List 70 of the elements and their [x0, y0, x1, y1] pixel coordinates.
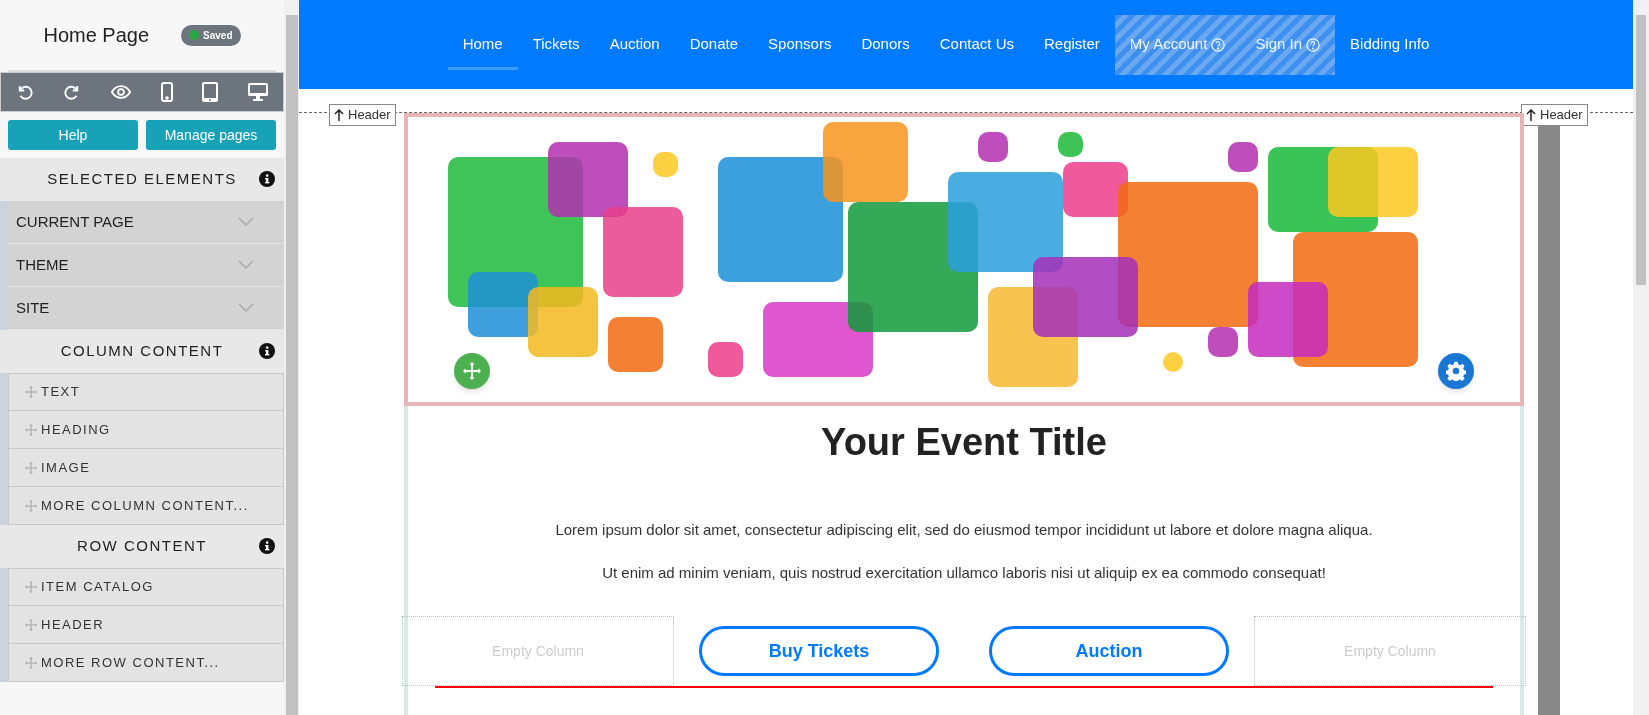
- accordion-label: CURRENT PAGE: [16, 211, 134, 232]
- chevron-down-icon: [238, 260, 254, 270]
- item-label: ITEM CATALOG: [41, 578, 154, 597]
- item-label: MORE COLUMN CONTENT...: [41, 496, 249, 515]
- item-label: TEXT: [41, 383, 81, 402]
- accordion-label: THEME: [16, 254, 69, 275]
- move-icon: [25, 423, 37, 436]
- nav-link[interactable]: Tickets: [517, 0, 595, 89]
- draggable-row[interactable]: ITEM CATALOG: [8, 568, 284, 606]
- paragraph: Lorem ipsum dolor sit amet, consectetur adipiscing elit, sed do eiusmod tempor incididunt ut labore et dolore magna aliqua.: [555, 520, 1373, 540]
- move-icon: [25, 461, 37, 474]
- item-label: HEADER: [41, 615, 105, 634]
- nav-link[interactable]: Donors: [846, 0, 925, 89]
- item-label: IMAGE: [41, 458, 91, 477]
- scrollbar[interactable]: [1633, 0, 1649, 715]
- nav-link[interactable]: Contact Us: [924, 0, 1029, 89]
- arrow-up-icon: [1526, 108, 1536, 121]
- saved-badge: Saved: [181, 24, 241, 46]
- nav-link[interactable]: Register: [1029, 0, 1115, 89]
- nav-link[interactable]: Donate: [674, 0, 754, 89]
- item-label: HEADING: [41, 420, 111, 439]
- cta-button[interactable]: Buy Tickets: [699, 626, 939, 676]
- question-circle-icon: [1306, 37, 1321, 52]
- paragraph: Ut enim ad minim veniam, quis nostrud exercitation ullamco laboris nisi ut aliquip ex ea commodo consequat!: [602, 562, 1326, 583]
- eye-icon[interactable]: [111, 84, 132, 100]
- draggable-row[interactable]: MORE ROW CONTENT...: [8, 644, 284, 682]
- chevron-down-icon: [238, 303, 254, 313]
- move-icon: [25, 386, 37, 398]
- accordion-row[interactable]: CURRENT PAGE: [8, 201, 284, 244]
- scrollbar[interactable]: [284, 0, 299, 715]
- phone-icon[interactable]: [160, 82, 173, 102]
- move-icon: [25, 618, 37, 631]
- move-icon: [25, 656, 37, 669]
- item-label: MORE ROW CONTENT...: [41, 653, 220, 672]
- draggable-row[interactable]: HEADING: [8, 411, 284, 449]
- info-icon[interactable]: [259, 171, 275, 187]
- page-title: Home Page: [43, 23, 150, 48]
- question-circle-icon: [1211, 37, 1226, 52]
- draggable-row[interactable]: IMAGE: [8, 449, 284, 487]
- info-icon[interactable]: [259, 343, 275, 359]
- help-button[interactable]: Help: [8, 120, 138, 150]
- cta-button[interactable]: Auction: [989, 626, 1229, 676]
- nav-link[interactable]: Bidding Info: [1335, 0, 1445, 89]
- nav-link[interactable]: Sponsors: [753, 0, 847, 89]
- accordion-label: SITE: [16, 297, 50, 318]
- draggable-row[interactable]: HEADER: [8, 606, 284, 644]
- section-title: SELECTED ELEMENTS: [47, 169, 237, 190]
- draggable-row[interactable]: MORE COLUMN CONTENT...: [8, 487, 284, 525]
- info-icon[interactable]: [259, 538, 275, 554]
- nav-link[interactable]: Sign In: [1240, 14, 1336, 75]
- chevron-down-icon: [238, 217, 254, 227]
- move-icon: [25, 581, 37, 593]
- draggable-row[interactable]: TEXT: [8, 373, 284, 411]
- accordion-row[interactable]: SITE: [8, 287, 284, 330]
- accordion-row[interactable]: THEME: [8, 244, 284, 287]
- event-title: Your Event Title: [821, 420, 1107, 465]
- tablet-icon[interactable]: [202, 82, 219, 102]
- nav-link[interactable]: Auction: [594, 0, 675, 89]
- desktop-icon[interactable]: [248, 83, 269, 101]
- move-icon: [25, 499, 37, 512]
- arrow-up-icon: [334, 108, 344, 121]
- section-title: ROW CONTENT: [77, 536, 207, 557]
- move-icon: [463, 362, 481, 380]
- nav-link[interactable]: My Account: [1114, 14, 1241, 75]
- row-tag[interactable]: Header: [329, 104, 396, 126]
- settings-icon: [1446, 361, 1466, 381]
- section-title: COLUMN CONTENT: [60, 341, 224, 362]
- row-tag[interactable]: Header: [1521, 104, 1588, 126]
- nav-link[interactable]: Home: [447, 0, 518, 89]
- manage-pages-button[interactable]: Manage pages: [146, 120, 276, 150]
